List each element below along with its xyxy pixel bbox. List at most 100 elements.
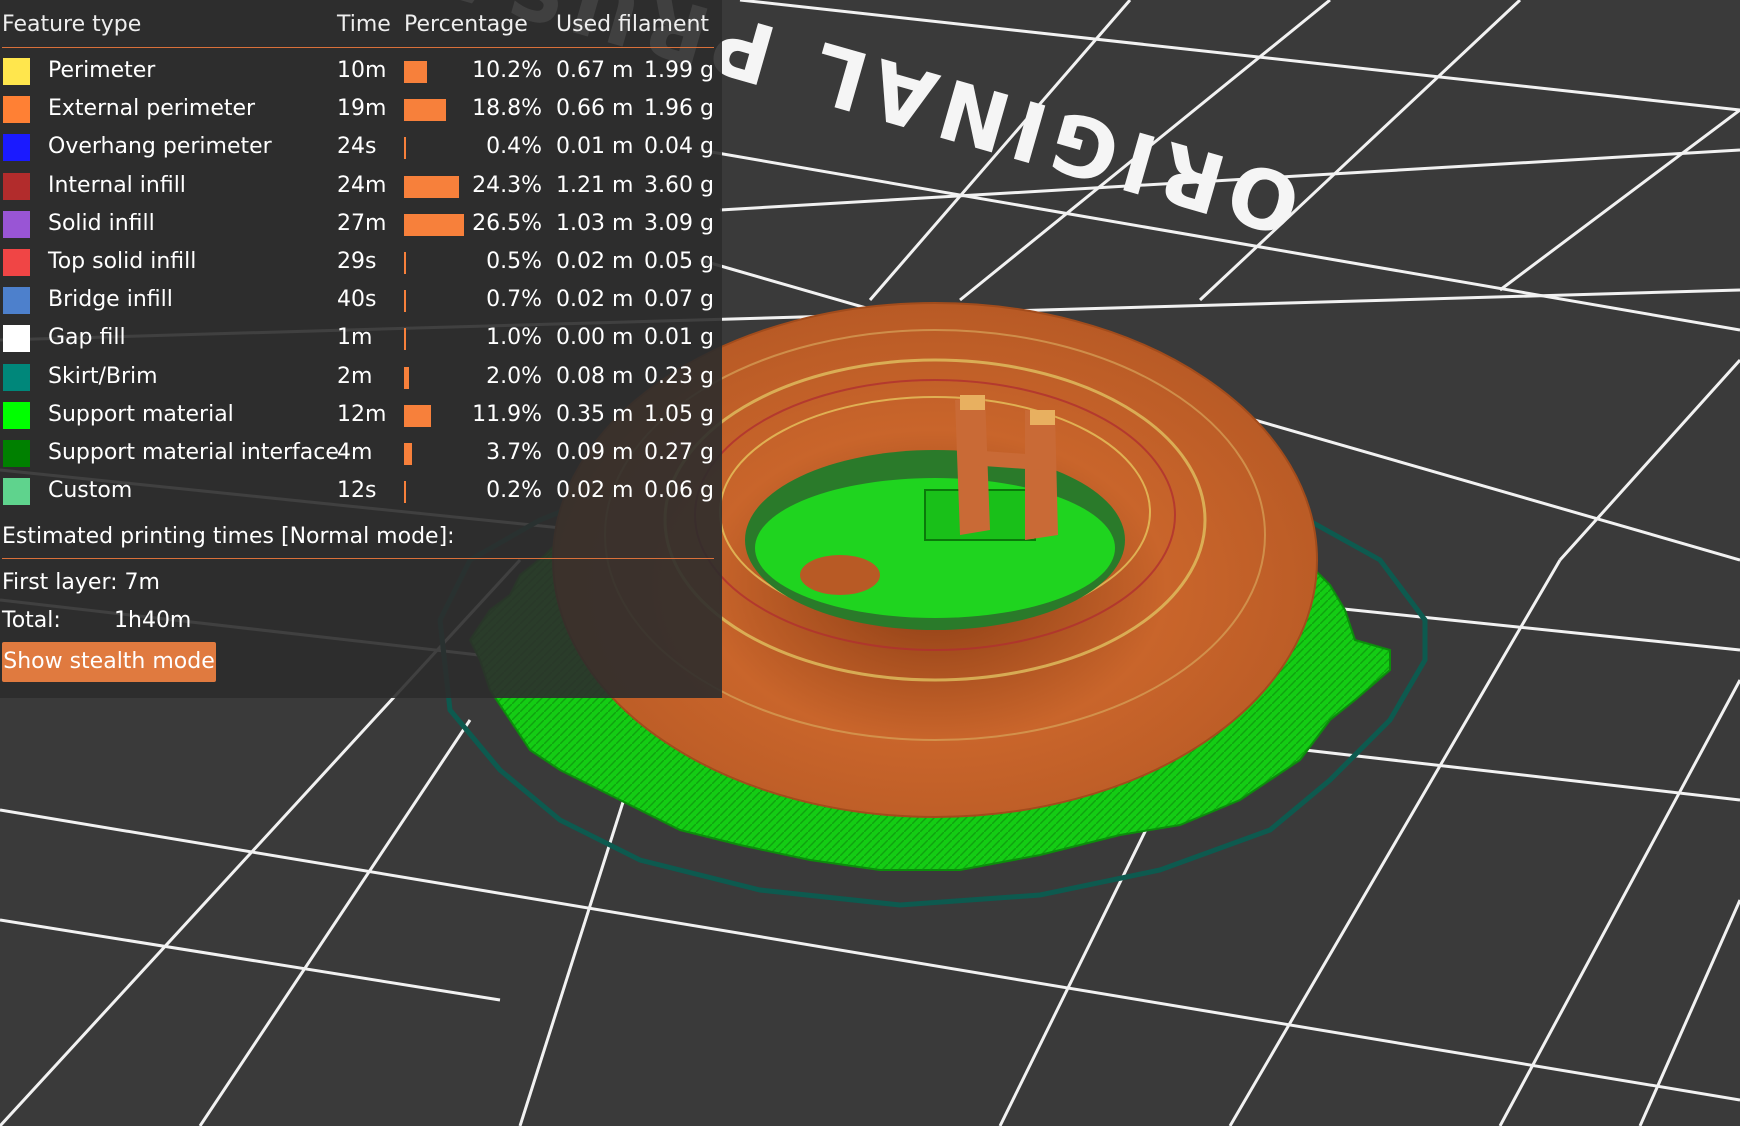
feature-percentage: 0.2% <box>486 478 542 504</box>
feature-length: 0.09 m <box>556 440 634 465</box>
feature-name: Perimeter <box>48 58 156 83</box>
feature-percentage: 0.7% <box>486 287 542 313</box>
feature-name: External perimeter <box>48 96 256 122</box>
total-value: 1h40m <box>114 608 192 633</box>
header-time: Time <box>337 12 391 37</box>
feature-color-swatch <box>3 134 30 162</box>
feature-length: 0.02 m <box>556 249 634 274</box>
feature-length: 1.21 m <box>556 172 634 198</box>
estimated-divider <box>2 558 714 559</box>
estimated-times-title: Estimated printing times [Normal mode]: <box>2 524 455 549</box>
feature-name: Custom <box>48 478 133 504</box>
feature-percentage: 3.7% <box>486 440 542 465</box>
feature-color-swatch <box>3 325 30 353</box>
feature-name: Top solid infill <box>48 249 197 274</box>
feature-row: Support material 12m 11.9% 0.35 m 1.05 g <box>0 396 722 434</box>
feature-weight: 1.96 g <box>644 96 714 122</box>
feature-row: Custom 12s 0.2% 0.02 m 0.06 g <box>0 472 722 510</box>
feature-length: 0.67 m <box>556 58 634 83</box>
feature-row: Solid infill 27m 26.5% 1.03 m 3.09 g <box>0 205 722 243</box>
feature-name: Support material <box>48 401 234 427</box>
feature-color-swatch <box>3 58 30 85</box>
feature-percentage: 24.3% <box>472 172 542 198</box>
feature-name: Gap fill <box>48 325 126 351</box>
model-island <box>800 555 880 595</box>
feature-time: 2m <box>337 363 373 389</box>
feature-weight: 3.09 g <box>644 210 714 236</box>
feature-time: 27m <box>337 210 387 236</box>
header-feature-type: Feature type <box>2 12 142 37</box>
feature-color-swatch <box>3 478 30 506</box>
show-stealth-mode-button[interactable]: Show stealth mode <box>2 642 216 682</box>
total-line: Total: 1h40m <box>2 604 191 638</box>
feature-length: 0.02 m <box>556 287 634 313</box>
feature-row: Bridge infill 40s 0.7% 0.02 m 0.07 g <box>0 281 722 319</box>
feature-color-swatch <box>3 363 30 391</box>
feature-color-swatch <box>3 401 30 429</box>
feature-time: 40s <box>337 287 377 313</box>
feature-percentage: 2.0% <box>486 363 542 389</box>
feature-color-swatch <box>3 287 30 315</box>
feature-weight: 0.04 g <box>644 134 714 160</box>
feature-length: 0.00 m <box>556 325 634 351</box>
feature-percentage: 0.5% <box>486 249 542 274</box>
feature-row: Overhang perimeter 24s 0.4% 0.01 m 0.04 g <box>0 128 722 166</box>
feature-time: 24s <box>337 134 377 160</box>
feature-time: 4m <box>337 440 373 465</box>
first-layer-label: First layer: <box>2 570 118 595</box>
feature-length: 0.01 m <box>556 134 634 160</box>
feature-percentage: 18.8% <box>472 96 542 122</box>
feature-name: Internal infill <box>48 172 186 198</box>
feature-weight: 1.99 g <box>644 58 714 83</box>
feature-name: Skirt/Brim <box>48 363 158 389</box>
feature-length: 0.35 m <box>556 401 634 427</box>
feature-time: 12m <box>337 401 387 427</box>
feature-row: Perimeter 10m 10.2% 0.67 m 1.99 g <box>0 52 722 90</box>
legend-panel: Feature type Time Percentage Used filame… <box>0 0 722 698</box>
feature-row: Internal infill 24m 24.3% 1.21 m 3.60 g <box>0 167 722 205</box>
header-used-filament: Used filament <box>556 12 710 37</box>
feature-percentage: 0.4% <box>486 134 542 160</box>
header-percentage: Percentage <box>404 12 528 37</box>
feature-row: Support material interface 4m 3.7% 0.09 m 0.… <box>0 434 722 472</box>
header-divider <box>2 47 714 48</box>
feature-time: 29s <box>337 249 377 274</box>
feature-weight: 0.07 g <box>644 287 714 313</box>
feature-row: Skirt/Brim 2m 2.0% 0.08 m 0.23 g <box>0 358 722 396</box>
feature-row: External perimeter 19m 18.8% 0.66 m 1.96 g <box>0 90 722 128</box>
feature-name: Overhang perimeter <box>48 134 272 160</box>
feature-weight: 3.60 g <box>644 172 714 198</box>
feature-name: Bridge infill <box>48 287 173 313</box>
feature-weight: 1.05 g <box>644 401 714 427</box>
feature-time: 1m <box>337 325 373 351</box>
total-label: Total: <box>2 608 61 633</box>
feature-percentage: 26.5% <box>472 210 542 236</box>
feature-row: Top solid infill 29s 0.5% 0.02 m 0.05 g <box>0 243 722 281</box>
feature-percentage: 11.9% <box>472 401 542 427</box>
feature-percentage: 10.2% <box>472 58 542 83</box>
feature-color-swatch <box>3 96 30 124</box>
feature-weight: 0.27 g <box>644 440 714 465</box>
first-layer-value: 7m <box>124 570 160 595</box>
feature-length: 0.66 m <box>556 96 634 122</box>
first-layer-line: First layer: 7m <box>2 566 160 600</box>
feature-name: Solid infill <box>48 210 155 236</box>
feature-color-swatch <box>3 210 30 238</box>
feature-length: 0.08 m <box>556 363 634 389</box>
feature-length: 1.03 m <box>556 210 634 236</box>
feature-weight: 0.23 g <box>644 363 714 389</box>
feature-time: 10m <box>337 58 387 83</box>
feature-weight: 0.05 g <box>644 249 714 274</box>
feature-time: 19m <box>337 96 387 122</box>
feature-color-swatch <box>3 440 30 467</box>
feature-name: Support material interface <box>48 440 339 465</box>
feature-percentage: 1.0% <box>486 325 542 351</box>
feature-weight: 0.01 g <box>644 325 714 351</box>
feature-row: Gap fill 1m 1.0% 0.00 m 0.01 g <box>0 319 722 357</box>
feature-color-swatch <box>3 172 30 200</box>
feature-time: 12s <box>337 478 377 504</box>
feature-color-swatch <box>3 249 30 276</box>
feature-weight: 0.06 g <box>644 478 714 504</box>
feature-time: 24m <box>337 172 387 198</box>
feature-length: 0.02 m <box>556 478 634 504</box>
